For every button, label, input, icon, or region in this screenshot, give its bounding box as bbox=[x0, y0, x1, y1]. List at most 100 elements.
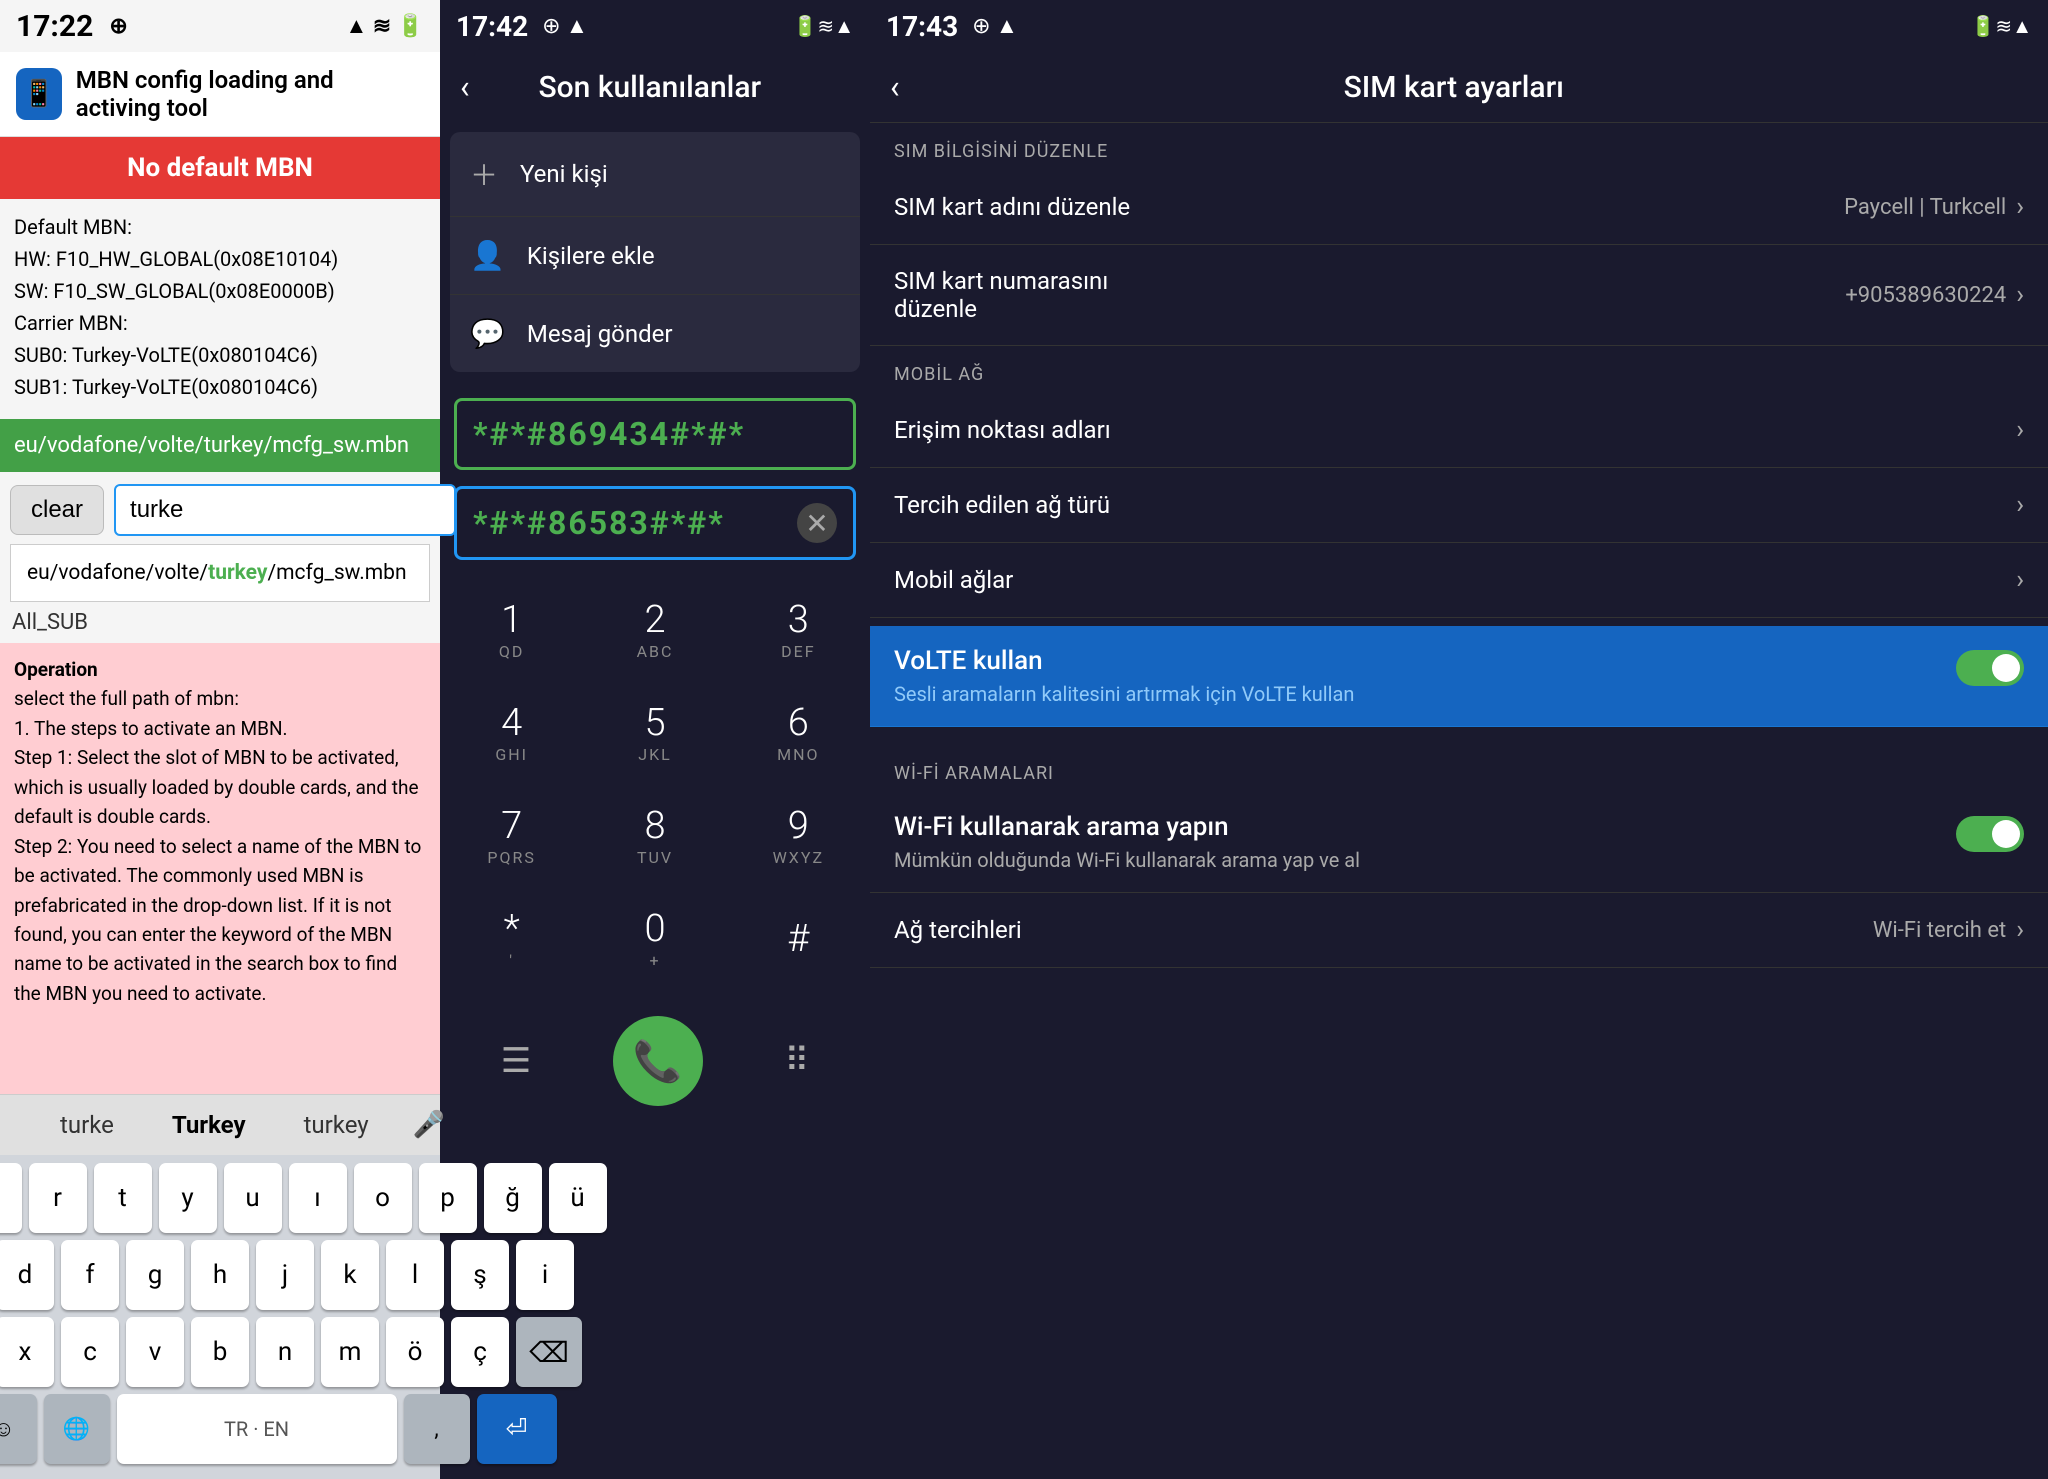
call-button[interactable]: 📞 bbox=[613, 1016, 703, 1106]
numpad-9[interactable]: 9 WXYZ bbox=[727, 784, 870, 887]
key-h[interactable]: h bbox=[191, 1240, 249, 1310]
clear-button[interactable]: clear bbox=[10, 485, 104, 535]
key-o-soft[interactable]: ö bbox=[386, 1317, 444, 1387]
numpad-3[interactable]: 3 DEF bbox=[727, 578, 870, 681]
key-n[interactable]: n bbox=[256, 1317, 314, 1387]
key-i-dot[interactable]: i bbox=[516, 1240, 574, 1310]
key-u-soft[interactable]: ü bbox=[549, 1163, 607, 1233]
key-g[interactable]: g bbox=[126, 1240, 184, 1310]
key-x[interactable]: x bbox=[0, 1317, 54, 1387]
status-time-3: 17:43 bbox=[886, 10, 958, 43]
numpad-star[interactable]: * ' bbox=[440, 887, 583, 990]
wifi-calling-desc: Mümkün olduğunda Wi-Fi kullanarak arama … bbox=[894, 848, 1956, 872]
key-o[interactable]: o bbox=[354, 1163, 412, 1233]
chevron-icon-2: › bbox=[2016, 280, 2024, 310]
key-d[interactable]: d bbox=[0, 1240, 54, 1310]
key-p[interactable]: p bbox=[419, 1163, 477, 1233]
autocomplete-turke[interactable]: turke bbox=[46, 1105, 128, 1145]
settings-mobile-networks[interactable]: Mobil ağlar › bbox=[870, 543, 2048, 618]
key-lang[interactable]: 🌐 bbox=[44, 1394, 110, 1464]
keyboard-row-3: ⇧ z x c v b n m ö ç ⌫ bbox=[4, 1317, 436, 1387]
action-add-label: Kişilere ekle bbox=[527, 242, 655, 270]
dialer-code-1: *#*#869434#*#* bbox=[473, 415, 837, 453]
dialer-bottom-row: ☰ 📞 ⠿ bbox=[440, 1000, 870, 1122]
back-arrow-2[interactable]: ‹ bbox=[460, 68, 470, 106]
sim-name-value: Paycell | Turkcell bbox=[1844, 195, 2006, 220]
key-backspace[interactable]: ⌫ bbox=[516, 1317, 582, 1387]
section-sim-label: SIM BİLGİSİNİ DÜZENLE bbox=[870, 123, 2048, 170]
message-icon: 💬 bbox=[470, 317, 505, 350]
sim-number-value: +905389630224 bbox=[1845, 283, 2006, 308]
key-t[interactable]: t bbox=[94, 1163, 152, 1233]
key-s-soft[interactable]: ş bbox=[451, 1240, 509, 1310]
settings-apn[interactable]: Erişim noktası adları › bbox=[870, 393, 2048, 468]
numpad-hash[interactable]: # bbox=[727, 887, 870, 990]
status-time-1: 17:22 bbox=[16, 9, 93, 44]
p2-title: Son kullanılanlar bbox=[490, 70, 810, 105]
app-header: 📱 MBN config loading and activing tool bbox=[0, 52, 440, 137]
dialer-delete-icon[interactable]: ✕ bbox=[797, 503, 837, 543]
key-space[interactable]: TR · EN bbox=[117, 1394, 397, 1464]
net-pref-value: Wi-Fi tercih et bbox=[1873, 918, 2006, 943]
dialpad-extra-left[interactable]: ☰ bbox=[501, 1041, 531, 1081]
key-emoji[interactable]: ☺ bbox=[0, 1394, 37, 1464]
key-y[interactable]: y bbox=[159, 1163, 217, 1233]
key-c[interactable]: c bbox=[61, 1317, 119, 1387]
numpad-8[interactable]: 8 TUV bbox=[583, 784, 726, 887]
key-m[interactable]: m bbox=[321, 1317, 379, 1387]
dialer-code-box-1: *#*#869434#*#* bbox=[454, 398, 856, 470]
key-v[interactable]: v bbox=[126, 1317, 184, 1387]
search-row: clear bbox=[0, 476, 440, 544]
numpad-7[interactable]: 7 PQRS bbox=[440, 784, 583, 887]
numpad-4[interactable]: 4 GHI bbox=[440, 681, 583, 784]
numpad-6[interactable]: 6 MNO bbox=[727, 681, 870, 784]
mic-icon[interactable]: 🎤 bbox=[413, 1110, 445, 1140]
key-k[interactable]: k bbox=[321, 1240, 379, 1310]
wifi-calling-title: Wi-Fi kullanarak arama yapın bbox=[894, 812, 1956, 842]
action-new-contact[interactable]: ＋ Yeni kişi bbox=[450, 132, 860, 217]
key-enter[interactable]: ⏎ bbox=[477, 1394, 557, 1464]
numpad-0[interactable]: 0 + bbox=[583, 887, 726, 990]
chevron-icon-6: › bbox=[2016, 915, 2024, 945]
key-comma[interactable]: , bbox=[404, 1394, 470, 1464]
action-add-to-contacts[interactable]: 👤 Kişilere ekle bbox=[450, 217, 860, 295]
numpad-1[interactable]: 1 QD bbox=[440, 578, 583, 681]
key-c-soft[interactable]: ç bbox=[451, 1317, 509, 1387]
settings-sim-number[interactable]: SIM kart numarasınıdüzenle +905389630224… bbox=[870, 245, 2048, 346]
key-l[interactable]: l bbox=[386, 1240, 444, 1310]
key-i[interactable]: ı bbox=[289, 1163, 347, 1233]
dropdown-suggestion[interactable]: eu/vodafone/volte/turkey/mcfg_sw.mbn bbox=[10, 544, 430, 602]
search-input[interactable] bbox=[114, 484, 456, 536]
numpad-5[interactable]: 5 JKL bbox=[583, 681, 726, 784]
wifi-toggle[interactable] bbox=[1956, 816, 2024, 852]
settings-network-type[interactable]: Tercih edilen ağ türü › bbox=[870, 468, 2048, 543]
back-arrow-3[interactable]: ‹ bbox=[890, 68, 900, 106]
numpad-2[interactable]: 2 ABC bbox=[583, 578, 726, 681]
key-u[interactable]: u bbox=[224, 1163, 282, 1233]
mbn-path-text: eu/vodafone/volte/turkey/mcfg_sw.mbn bbox=[14, 433, 409, 458]
key-b[interactable]: b bbox=[191, 1317, 249, 1387]
settings-sim-name[interactable]: SIM kart adını düzenle Paycell | Turkcel… bbox=[870, 170, 2048, 245]
dialer-input-row[interactable]: *#*#86583#*#* ✕ bbox=[454, 486, 856, 560]
action-send-message[interactable]: 💬 Mesaj gönder bbox=[450, 295, 860, 372]
key-g-soft[interactable]: ğ bbox=[484, 1163, 542, 1233]
panel3: 17:43 ⊕ ▲ 🔋≋▲ ‹ SIM kart ayarları SIM Bİ… bbox=[870, 0, 2048, 1479]
plus-icon: ＋ bbox=[470, 154, 498, 194]
key-j[interactable]: j bbox=[256, 1240, 314, 1310]
keyboard: q w e r t y u ı o p ğ ü a s d f g h j k … bbox=[0, 1155, 440, 1479]
action-list: ＋ Yeni kişi 👤 Kişilere ekle 💬 Mesaj gönd… bbox=[450, 132, 860, 372]
dialpad-extra-right[interactable]: ⠿ bbox=[784, 1041, 809, 1081]
settings-net-pref[interactable]: Ağ tercihleri Wi-Fi tercih et › bbox=[870, 893, 2048, 968]
key-f[interactable]: f bbox=[61, 1240, 119, 1310]
section-mobil-label: MOBİL AĞ bbox=[870, 346, 2048, 393]
volte-toggle[interactable] bbox=[1956, 650, 2024, 686]
autocomplete-turkey-low[interactable]: turkey bbox=[290, 1105, 383, 1145]
status-time-2: 17:42 bbox=[456, 10, 528, 43]
chevron-icon-5: › bbox=[2016, 565, 2024, 595]
mbn-info: Default MBN: HW: F10_HW_GLOBAL(0x08E1010… bbox=[0, 199, 440, 415]
key-r[interactable]: r bbox=[29, 1163, 87, 1233]
autocomplete-turkey-cap[interactable]: Turkey bbox=[158, 1105, 260, 1145]
key-e[interactable]: e bbox=[0, 1163, 22, 1233]
dialer-input-text: *#*#86583#*#* bbox=[473, 504, 797, 542]
no-default-banner: No default MBN bbox=[0, 137, 440, 199]
